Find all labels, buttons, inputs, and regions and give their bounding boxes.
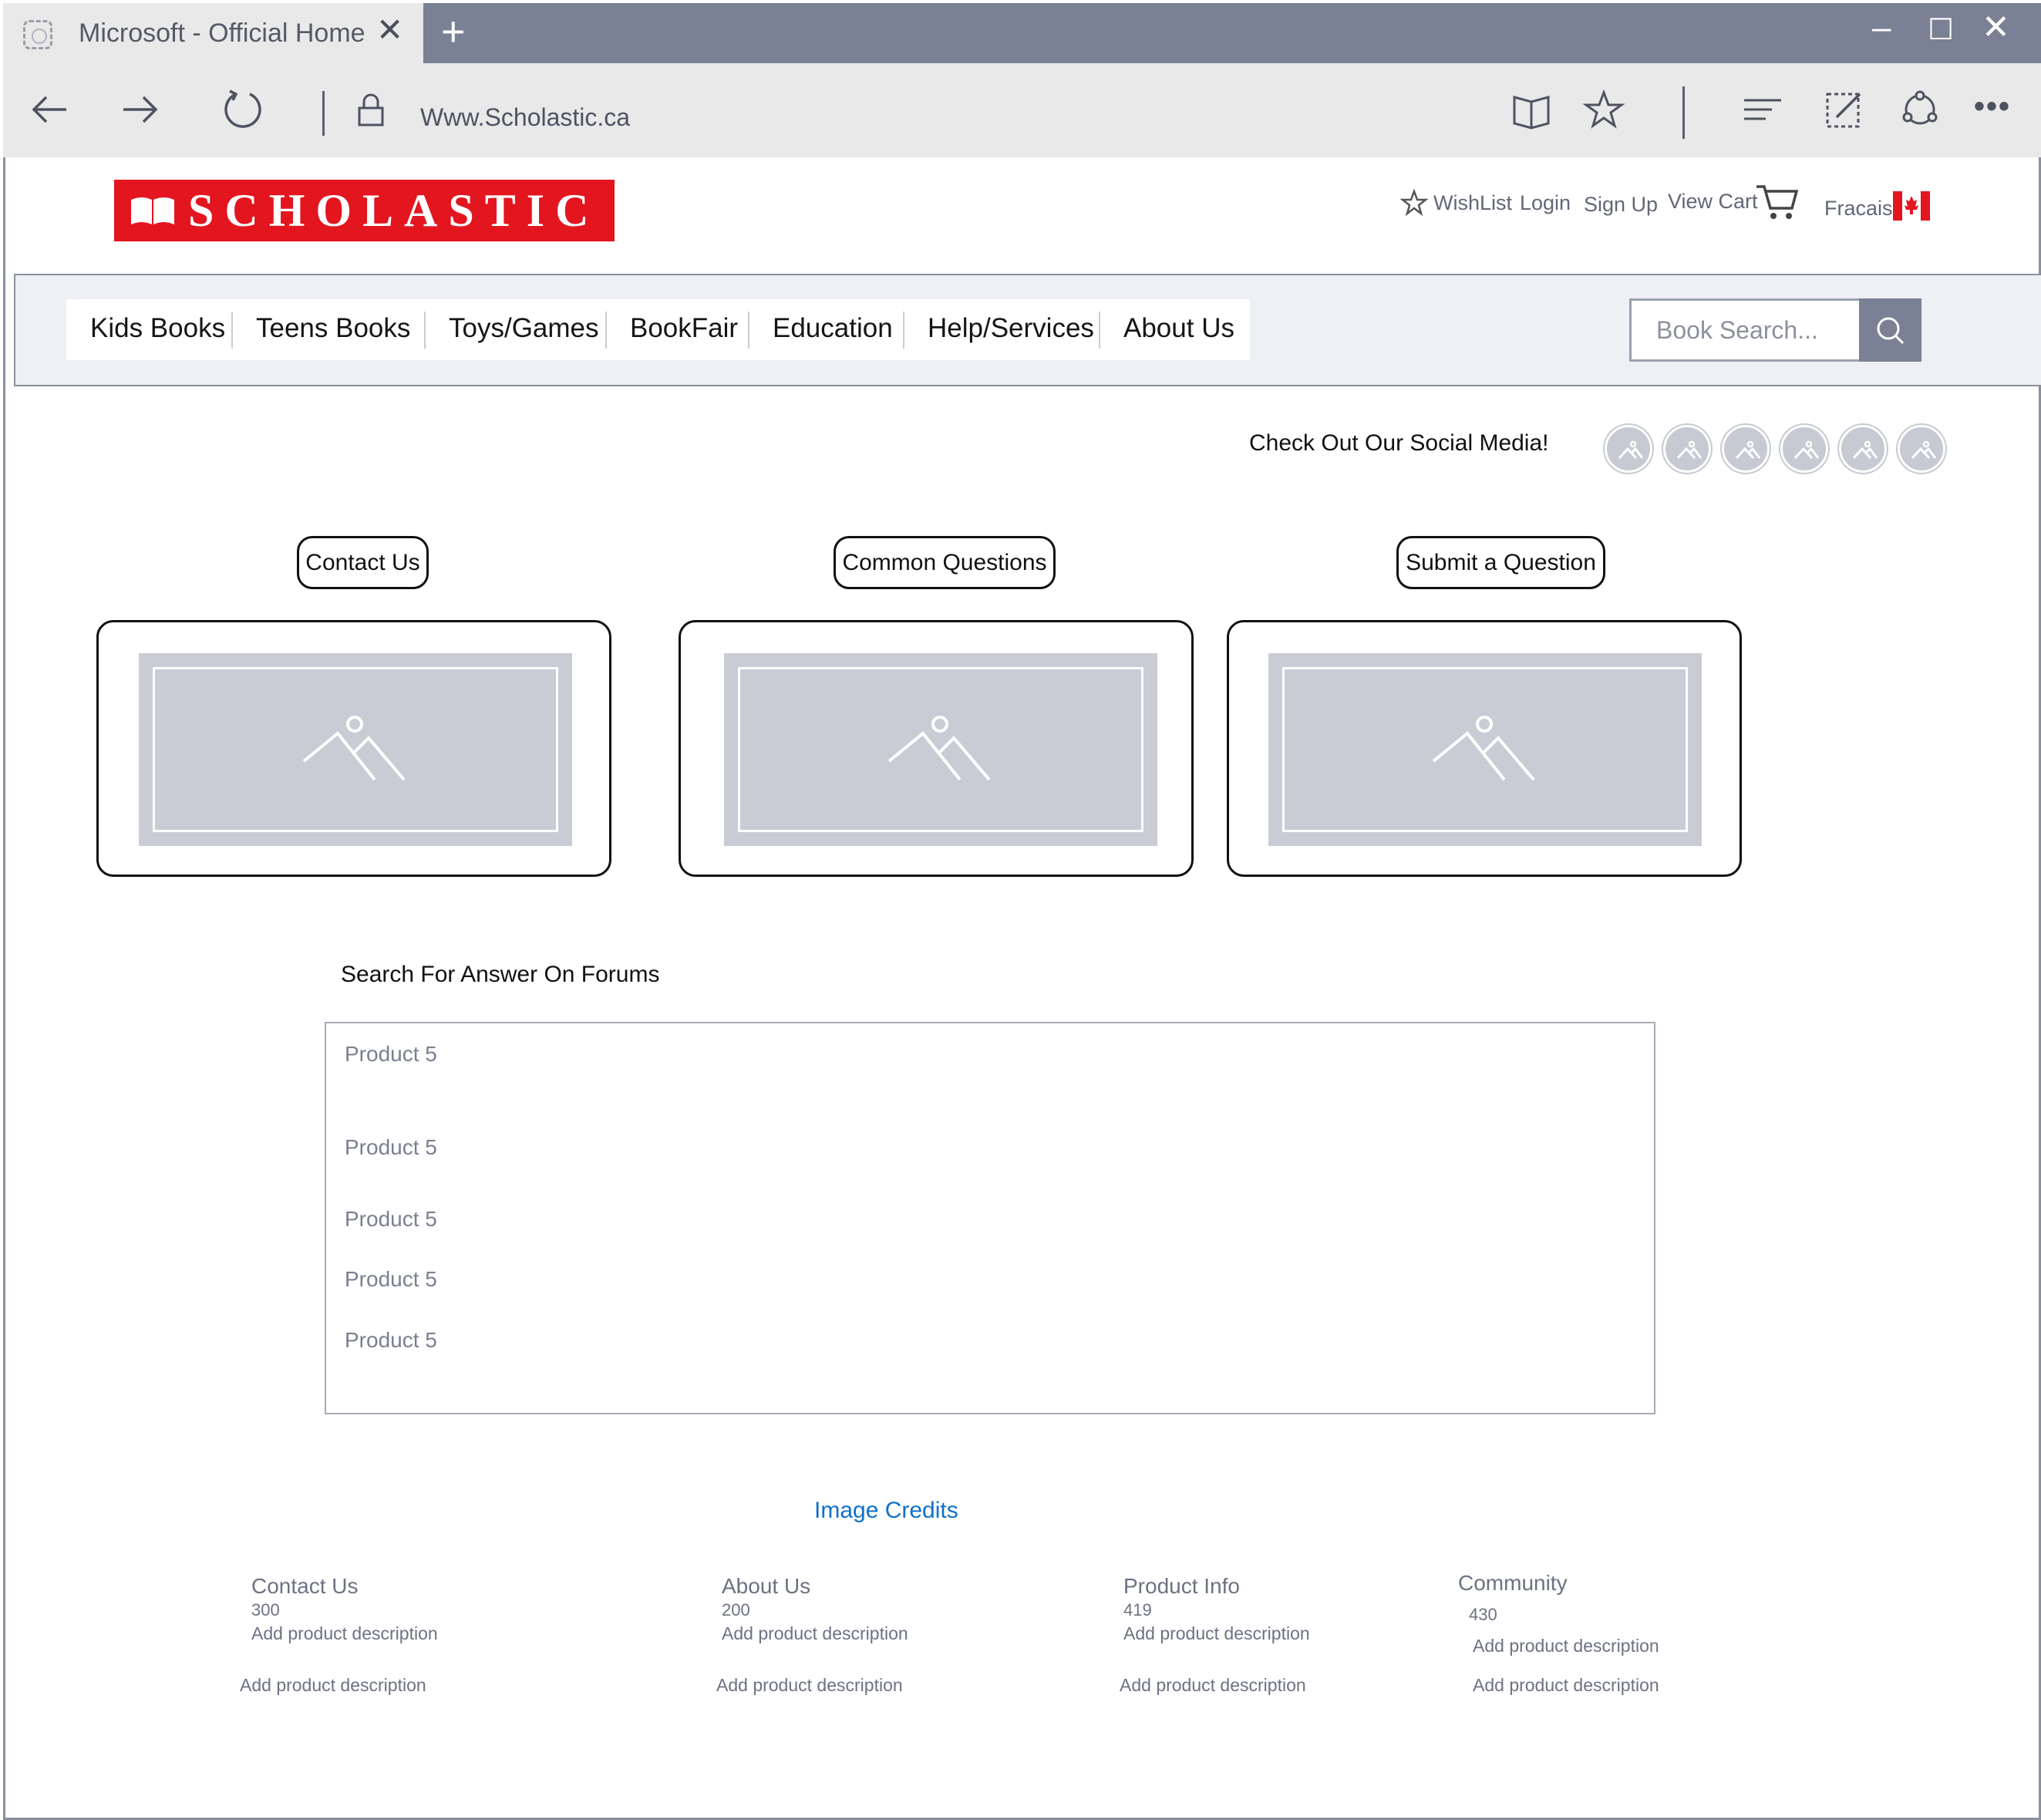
forum-list: Product 5 Product 5 Product 5 Product 5 … [325,1022,1655,1414]
language-link[interactable]: Fracais [1824,197,1893,221]
footer-number: 300 [251,1600,280,1619]
back-arrow-icon[interactable] [28,86,74,133]
footer-description: Add product description [1473,1675,1659,1695]
image-credits-link[interactable]: Image Credits [814,1498,958,1524]
signup-link[interactable]: Sign Up [1584,193,1658,217]
footer-description: Add product description [716,1675,903,1695]
forum-title: Search For Answer On Forums [341,962,660,987]
book-search-box [1629,298,1859,362]
book-logo-icon [131,197,174,224]
wishlist-star-icon [1400,189,1428,217]
minimize-button[interactable]: – [1872,11,1891,45]
footer-description: Add product description [722,1623,908,1643]
tab-close-button[interactable]: ✕ [376,14,403,46]
social-media-icon[interactable] [1663,425,1711,473]
nav-about-us[interactable]: About Us [1123,313,1234,344]
hub-icon[interactable] [1740,86,1786,133]
image-placeholder [724,653,1157,846]
footer-number: 419 [1123,1600,1152,1619]
nav-toys-games[interactable]: Toys/Games [449,313,599,344]
footer-heading-about[interactable]: About Us [722,1574,810,1599]
nav-divider [1099,312,1100,349]
social-media-icon[interactable] [1605,425,1652,473]
nav-divider [748,312,749,349]
footer-heading-product-info[interactable]: Product Info [1123,1574,1240,1599]
browser-tab[interactable]: Microsoft - Official Home ✕ [3,3,423,63]
scholastic-logo[interactable]: SCHOLASTIC [114,180,615,241]
common-questions-button[interactable]: Common Questions [834,536,1056,589]
nav-teens-books[interactable]: Teens Books [256,313,410,344]
nav-kids-books[interactable]: Kids Books [90,313,225,344]
footer-description: Add product description [240,1675,426,1695]
forum-item[interactable]: Product 5 [345,1267,437,1292]
nav-divider [424,312,426,349]
footer-description: Add product description [251,1623,438,1643]
footer-number: 430 [1469,1605,1497,1624]
view-cart-link[interactable]: View Cart [1668,190,1758,214]
nav-education[interactable]: Education [773,313,893,344]
contact-image-card[interactable] [96,620,611,877]
tab-title: Microsoft - Official Home [79,19,365,48]
image-placeholder-icon [887,716,991,781]
book-search-input[interactable] [1632,301,1859,359]
wishlist-link[interactable]: WishList [1433,191,1512,215]
address-bar: Www.Scholastic.ca ••• [3,63,2041,157]
logo-text: SCHOLASTIC [188,185,600,236]
social-media-icon[interactable] [1780,425,1828,473]
url-field[interactable]: Www.Scholastic.ca [420,103,630,132]
cart-icon[interactable] [1755,182,1798,222]
image-placeholder [139,653,572,846]
footer-number: 200 [722,1600,750,1619]
forum-item[interactable]: Product 5 [345,1207,437,1232]
share-icon[interactable] [1897,86,1943,133]
nav-help-services[interactable]: Help/Services [928,313,1094,344]
social-media-icon[interactable] [1898,425,1945,473]
social-media-icon[interactable] [1839,425,1887,473]
social-media-label: Check Out Our Social Media! [1249,430,1549,456]
image-placeholder-icon [302,716,406,781]
lock-icon [358,93,384,126]
nav-divider [903,312,904,349]
login-link[interactable]: Login [1520,191,1571,215]
refresh-icon[interactable] [219,86,265,133]
contact-us-button[interactable]: Contact Us [297,536,429,589]
image-placeholder [1268,653,1702,846]
questions-image-card[interactable] [679,620,1194,877]
reading-view-icon[interactable] [1508,86,1554,133]
forum-item[interactable]: Product 5 [345,1328,437,1353]
favorite-star-icon[interactable] [1581,86,1627,133]
footer-description: Add product description [1120,1675,1306,1695]
nav-menu: Kids Books Teens Books Toys/Games BookFa… [66,299,1250,360]
close-window-button[interactable]: ✕ [1982,11,2010,45]
footer-description: Add product description [1123,1623,1310,1643]
forum-item[interactable]: Product 5 [345,1135,437,1160]
toolbar-divider [322,91,325,136]
web-note-icon[interactable] [1821,86,1868,133]
footer-heading-community[interactable]: Community [1458,1571,1568,1596]
footer-description: Add product description [1473,1636,1659,1656]
social-media-icon[interactable] [1722,425,1770,473]
image-placeholder-icon [1432,716,1535,781]
footer-heading-contact[interactable]: Contact Us [251,1574,359,1599]
toolbar-divider [1682,86,1685,139]
submit-question-button[interactable]: Submit a Question [1396,536,1605,589]
forum-item[interactable]: Product 5 [345,1042,437,1067]
nav-bookfair[interactable]: BookFair [630,313,738,344]
title-bar: Microsoft - Official Home ✕ + – ☐ ✕ [3,3,2041,63]
search-icon [1877,317,1905,345]
forward-arrow-icon[interactable] [116,86,162,133]
canada-flag-icon[interactable] [1893,191,1930,221]
more-options-button[interactable]: ••• [1974,89,2011,124]
nav-divider [605,312,607,349]
nav-divider [231,312,233,349]
submit-image-card[interactable] [1227,620,1742,877]
search-button[interactable] [1859,298,1921,362]
maximize-button[interactable]: ☐ [1928,15,1954,45]
favicon-icon [23,20,52,49]
new-tab-button[interactable]: + [441,11,466,52]
